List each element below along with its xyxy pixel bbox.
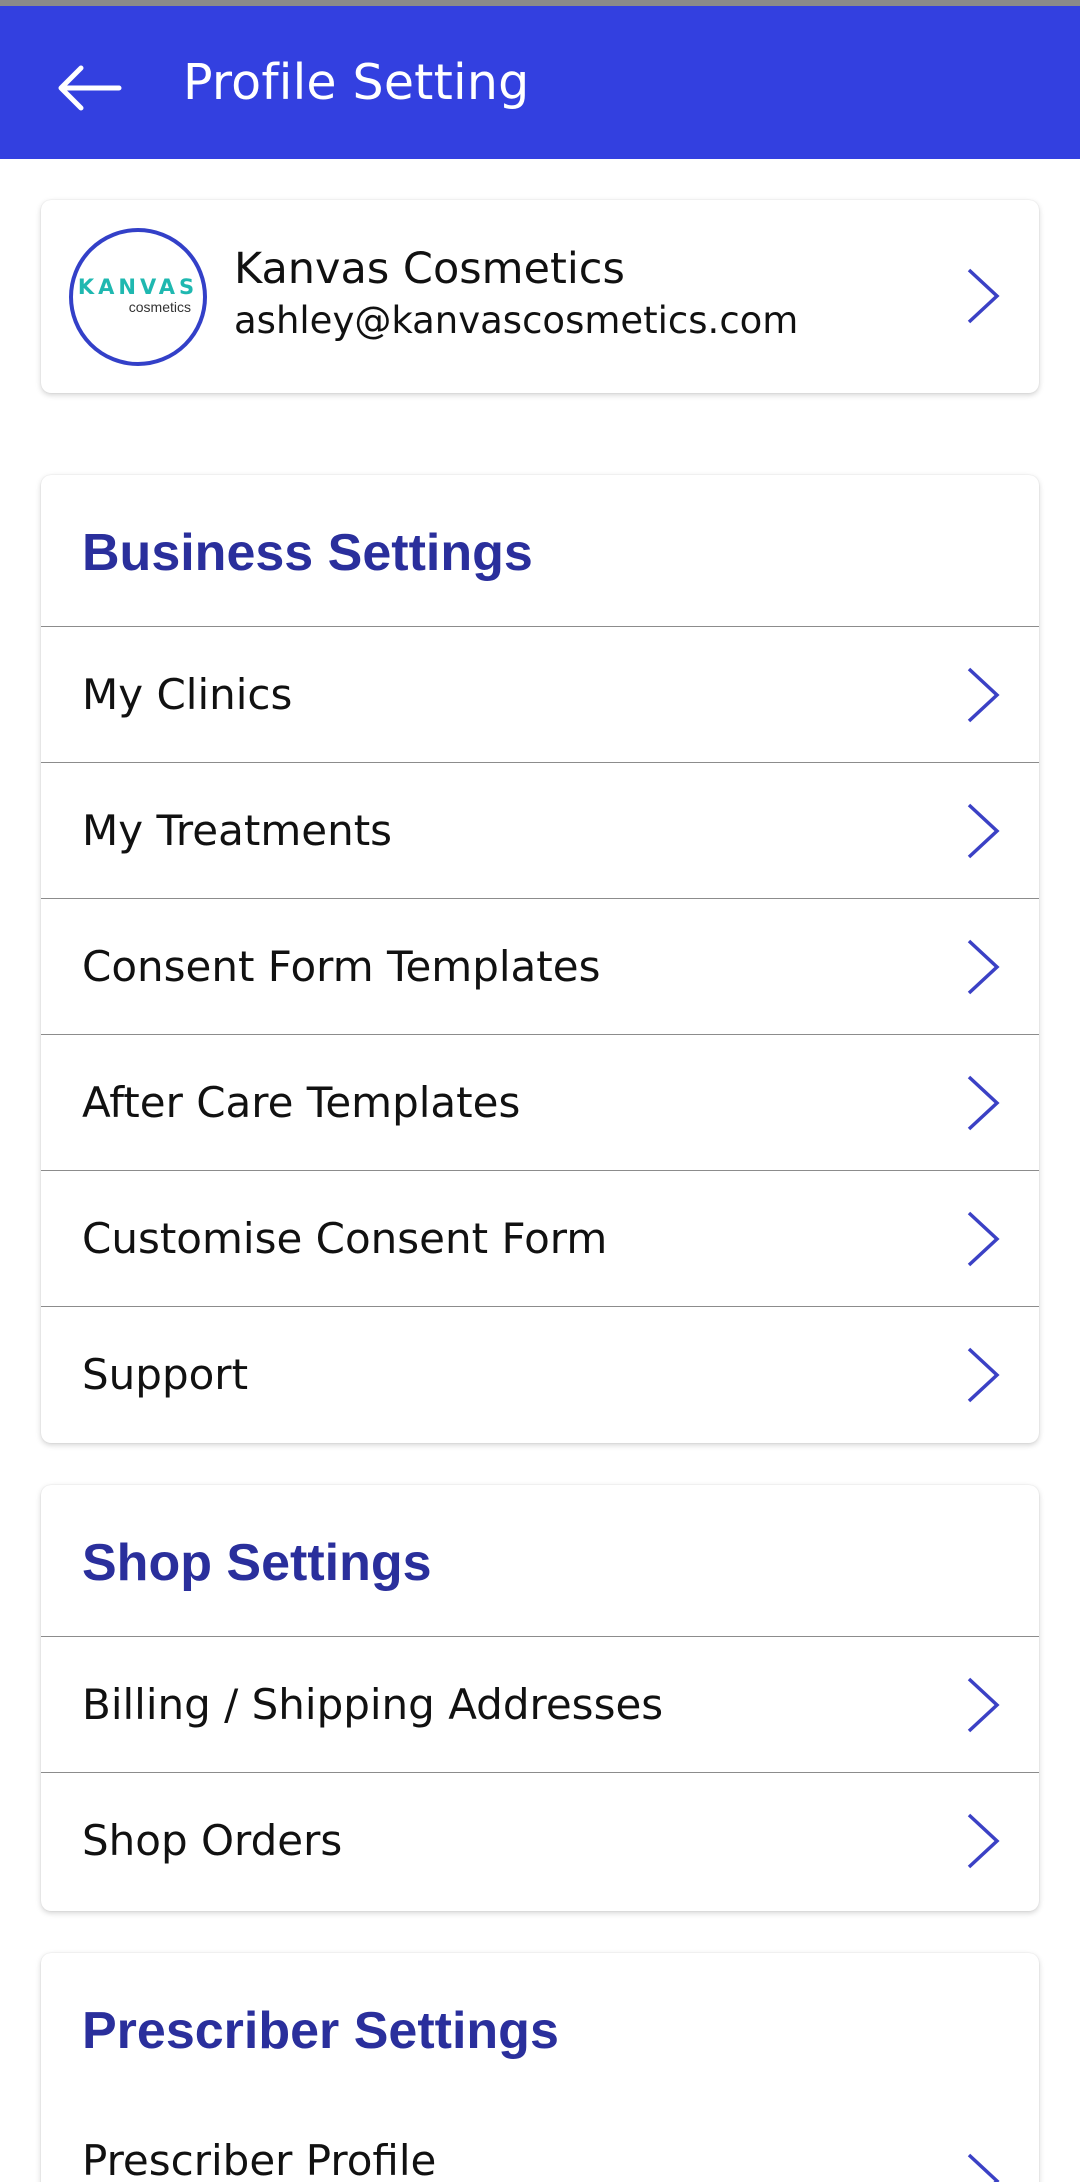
profile-email: ashley@kanvascosmetics.com	[234, 299, 799, 342]
menu-item-prescriber-profile[interactable]: Prescriber Profile	[41, 2109, 1039, 2182]
menu-item-label: Support	[82, 1350, 249, 1399]
profile-card[interactable]: KANVAS cosmetics Kanvas Cosmetics ashley…	[41, 200, 1039, 393]
profile-name: Kanvas Cosmetics	[234, 244, 625, 294]
menu-item-shop-orders[interactable]: Shop Orders	[41, 1773, 1039, 1909]
page-title: Profile Setting	[183, 54, 530, 111]
menu-item-label: My Clinics	[82, 670, 293, 719]
menu-item-label: Prescriber Profile	[82, 2136, 437, 2182]
arrow-left-icon	[58, 65, 122, 111]
menu-item-support[interactable]: Support	[41, 1307, 1039, 1443]
menu-item-billing-shipping-addresses[interactable]: Billing / Shipping Addresses	[41, 1637, 1039, 1773]
logo-text: KANVAS	[77, 274, 199, 299]
chevron-right-icon	[967, 1677, 1000, 1733]
chevron-right-icon	[967, 1075, 1000, 1131]
section-header: Business Settings	[41, 475, 1039, 627]
avatar: KANVAS cosmetics	[69, 228, 207, 366]
business-settings-card: Business Settings My Clinics My Treatmen…	[41, 475, 1039, 1443]
chevron-right-icon	[967, 667, 1000, 723]
menu-item-label: Shop Orders	[82, 1816, 343, 1865]
chevron-right-icon	[967, 1347, 1000, 1403]
menu-item-after-care-templates[interactable]: After Care Templates	[41, 1035, 1039, 1171]
chevron-right-icon	[967, 1813, 1000, 1869]
menu-item-customise-consent-form[interactable]: Customise Consent Form	[41, 1171, 1039, 1307]
menu-item-consent-form-templates[interactable]: Consent Form Templates	[41, 899, 1039, 1035]
section-title: Business Settings	[82, 524, 533, 582]
chevron-right-icon	[967, 1211, 1000, 1267]
logo-subtext: cosmetics	[128, 298, 191, 315]
menu-item-my-treatments[interactable]: My Treatments	[41, 763, 1039, 899]
back-button[interactable]	[48, 52, 128, 124]
section-title: Shop Settings	[82, 1534, 432, 1592]
chevron-right-icon	[967, 2153, 1000, 2182]
app-bar: Profile Setting	[0, 6, 1080, 159]
shop-settings-card: Shop Settings Billing / Shipping Address…	[41, 1485, 1039, 1911]
prescriber-settings-card: Prescriber Settings Prescriber Profile	[41, 1953, 1039, 2182]
chevron-right-icon	[967, 803, 1000, 859]
section-header: Shop Settings	[41, 1485, 1039, 1637]
menu-item-my-clinics[interactable]: My Clinics	[41, 627, 1039, 763]
menu-item-label: After Care Templates	[82, 1078, 521, 1127]
chevron-right-icon	[967, 939, 1000, 995]
section-header: Prescriber Settings	[41, 1953, 1039, 2109]
menu-item-label: Consent Form Templates	[82, 942, 601, 991]
chevron-right-icon	[967, 268, 1000, 324]
menu-item-label: Billing / Shipping Addresses	[82, 1680, 664, 1729]
menu-item-label: Customise Consent Form	[82, 1214, 608, 1263]
menu-item-label: My Treatments	[82, 806, 393, 855]
section-title: Prescriber Settings	[82, 2002, 559, 2060]
